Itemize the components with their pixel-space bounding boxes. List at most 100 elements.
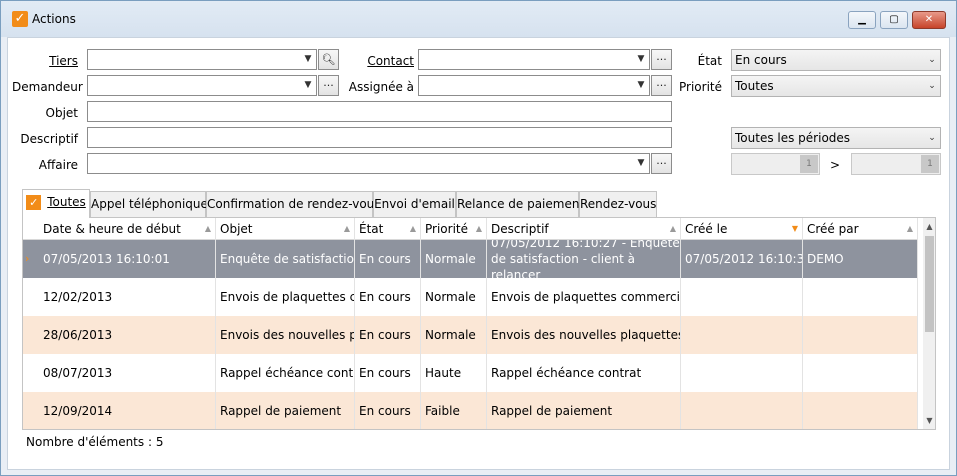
cell-priorite: Normale bbox=[421, 240, 487, 278]
sort-icon: ▲ bbox=[343, 224, 350, 233]
periode-select[interactable]: Toutes les périodes ⌄ bbox=[731, 127, 941, 149]
cell-priorite: Faible bbox=[421, 392, 487, 429]
assignee-more-button[interactable]: ··· bbox=[651, 75, 672, 96]
cell-objet: Envois des nouvelles pl... bbox=[216, 316, 355, 354]
table-row[interactable]: 28/06/2013 Envois des nouvelles pl... En… bbox=[23, 316, 918, 354]
cell-etat: En cours bbox=[355, 392, 421, 429]
tab-envoi-email[interactable]: Envoi d'email bbox=[373, 191, 456, 217]
cell-objet: Rappel de paiement bbox=[216, 392, 355, 429]
cell-objet: Rappel échéance contrat bbox=[216, 354, 355, 392]
priorite-label: Priorité bbox=[679, 80, 722, 94]
tab-appel-telephonique[interactable]: Appel téléphonique bbox=[90, 191, 208, 217]
cell-date: 28/06/2013 bbox=[39, 316, 216, 354]
search-icon: 🔍︎ bbox=[321, 53, 336, 66]
chevron-down-icon[interactable]: ▼ bbox=[300, 76, 316, 95]
cell-cree-par bbox=[803, 392, 918, 429]
demandeur-more-button[interactable]: ··· bbox=[318, 75, 339, 96]
cell-objet: Envois de plaquettes c... bbox=[216, 278, 355, 316]
ellipsis-icon: ··· bbox=[656, 157, 667, 170]
tiers-combo[interactable]: ▼ bbox=[87, 49, 317, 70]
calendar-icon[interactable]: 1 bbox=[800, 155, 818, 173]
chevron-down-icon: ⌄ bbox=[928, 81, 936, 91]
cell-date: 07/05/2013 16:10:01 bbox=[39, 240, 216, 278]
assignee-combo[interactable]: ▼ bbox=[418, 75, 650, 96]
tiers-label: Tiers bbox=[49, 54, 78, 68]
cell-etat: En cours bbox=[355, 278, 421, 316]
cell-date: 08/07/2013 bbox=[39, 354, 216, 392]
chevron-down-icon[interactable]: ▼ bbox=[633, 50, 649, 69]
cell-etat: En cours bbox=[355, 316, 421, 354]
cell-cree-le bbox=[681, 354, 803, 392]
scroll-down-icon[interactable]: ▼ bbox=[923, 414, 935, 428]
cell-descriptif: 07/05/2012 16:10:27 - Enquête de satisfa… bbox=[487, 240, 681, 278]
table-row[interactable]: 08/07/2013 Rappel échéance contrat En co… bbox=[23, 354, 918, 392]
close-button[interactable]: ✕ bbox=[912, 11, 946, 29]
scrollbar-thumb[interactable] bbox=[925, 236, 934, 332]
item-count: Nombre d'éléments : 5 bbox=[26, 435, 164, 449]
table-row[interactable]: 12/02/2013 Envois de plaquettes c... En … bbox=[23, 278, 918, 316]
actions-grid: Date & heure de début ▲ Objet ▲ État ▲ Prio… bbox=[22, 217, 936, 430]
column-header-cree-par[interactable]: Créé par ▲ bbox=[803, 218, 918, 240]
cell-cree-le bbox=[681, 316, 803, 354]
etat-label: État bbox=[697, 54, 722, 68]
column-header-objet[interactable]: Objet ▲ bbox=[216, 218, 355, 240]
chevron-down-icon[interactable]: ▼ bbox=[633, 154, 649, 173]
cell-objet: Enquête de satisfactio... bbox=[216, 240, 355, 278]
column-header-cree-le[interactable]: Créé le ▼ bbox=[681, 218, 803, 240]
contact-more-button[interactable]: ··· bbox=[651, 49, 672, 70]
sort-icon: ▲ bbox=[204, 224, 211, 233]
ellipsis-icon: ··· bbox=[656, 79, 667, 92]
tiers-search-button[interactable]: 🔍︎ bbox=[318, 49, 339, 70]
assignee-label: Assignée à bbox=[348, 80, 414, 94]
column-header-etat[interactable]: État ▲ bbox=[355, 218, 421, 240]
ellipsis-icon: ··· bbox=[323, 79, 334, 92]
cell-cree-par bbox=[803, 354, 918, 392]
column-header-priorite[interactable]: Priorité ▲ bbox=[421, 218, 487, 240]
check-icon: ✓ bbox=[26, 195, 42, 210]
demandeur-combo[interactable]: ▼ bbox=[87, 75, 317, 96]
tab-rendez-vous[interactable]: Rendez-vous bbox=[579, 191, 657, 217]
priorite-select[interactable]: Toutes ⌄ bbox=[731, 75, 941, 97]
cell-descriptif: Envois de plaquettes commerciales bbox=[487, 278, 681, 316]
client-area: Tiers Demandeur Objet Descriptif Affaire… bbox=[7, 37, 950, 470]
column-header-descriptif[interactable]: Descriptif ▲ bbox=[487, 218, 681, 240]
tab-confirmation-rdv[interactable]: Confirmation de rendez-vous bbox=[206, 191, 381, 217]
objet-label: Objet bbox=[45, 106, 78, 120]
calendar-icon[interactable]: 1 bbox=[921, 155, 939, 173]
cell-date: 12/09/2014 bbox=[39, 392, 216, 429]
grid-header: Date & heure de début ▲ Objet ▲ État ▲ Prio… bbox=[23, 218, 918, 240]
sort-icon: ▲ bbox=[475, 224, 482, 233]
chevron-down-icon: ⌄ bbox=[928, 133, 936, 143]
descriptif-label: Descriptif bbox=[20, 132, 78, 146]
affaire-more-button[interactable]: ··· bbox=[651, 153, 672, 174]
cell-priorite: Normale bbox=[421, 278, 487, 316]
date-to-field[interactable]: 1 bbox=[851, 153, 941, 175]
cell-date: 12/02/2013 bbox=[39, 278, 216, 316]
cell-cree-le bbox=[681, 278, 803, 316]
etat-select[interactable]: En cours ⌄ bbox=[731, 49, 941, 71]
cell-priorite: Haute bbox=[421, 354, 487, 392]
minimize-button[interactable]: ▁ bbox=[848, 11, 876, 29]
tab-toutes[interactable]: ✓ Toutes bbox=[22, 189, 90, 218]
current-row-indicator-icon: › bbox=[25, 252, 30, 265]
column-header-date[interactable]: Date & heure de début ▲ bbox=[39, 218, 216, 240]
ellipsis-icon: ··· bbox=[656, 53, 667, 66]
close-icon: ✕ bbox=[924, 14, 934, 25]
descriptif-input[interactable] bbox=[87, 127, 672, 148]
contact-combo[interactable]: ▼ bbox=[418, 49, 650, 70]
affaire-combo[interactable]: ▼ bbox=[87, 153, 650, 174]
maximize-button[interactable]: ▢ bbox=[880, 11, 908, 29]
cell-etat: En cours bbox=[355, 354, 421, 392]
chevron-down-icon[interactable]: ▼ bbox=[633, 76, 649, 95]
tab-relance-paiement[interactable]: Relance de paiement bbox=[456, 191, 584, 217]
title-bar[interactable]: ✓ Actions ▁ ▢ ✕ bbox=[1, 1, 956, 37]
sort-icon: ▲ bbox=[409, 224, 416, 233]
scroll-up-icon[interactable]: ▲ bbox=[923, 220, 935, 234]
vertical-scrollbar[interactable]: ▲ ▼ bbox=[923, 218, 935, 429]
objet-input[interactable] bbox=[87, 101, 672, 122]
table-row[interactable]: › 07/05/2013 16:10:01 Enquête de satisfa… bbox=[23, 240, 918, 278]
chevron-down-icon[interactable]: ▼ bbox=[300, 50, 316, 69]
table-row[interactable]: 12/09/2014 Rappel de paiement En cours F… bbox=[23, 392, 918, 429]
date-from-field[interactable]: 1 bbox=[731, 153, 820, 175]
maximize-icon: ▢ bbox=[889, 14, 899, 25]
